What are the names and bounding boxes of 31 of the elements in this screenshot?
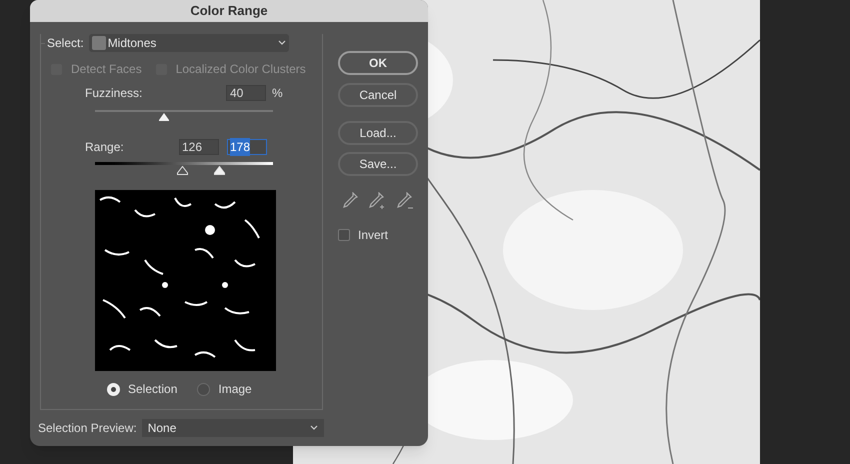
select-dropdown[interactable]: Midtones bbox=[88, 34, 289, 52]
chevron-icon bbox=[278, 40, 286, 46]
range-slider[interactable] bbox=[95, 160, 273, 176]
select-label: Select: bbox=[46, 35, 85, 52]
radio-button[interactable] bbox=[197, 382, 210, 396]
dialog-button[interactable]: OK bbox=[338, 51, 418, 75]
range-field[interactable]: 178 bbox=[227, 139, 267, 155]
radio-label: Selection bbox=[128, 381, 178, 398]
dialog-button[interactable]: Load... bbox=[338, 121, 418, 145]
invert-label: Invert bbox=[358, 227, 388, 244]
range-label: Range: bbox=[85, 139, 125, 156]
selection-preview-label: Selection Preview: bbox=[38, 420, 137, 437]
eyedropper-minus-icon[interactable] bbox=[396, 192, 414, 210]
radio-label: Image bbox=[218, 381, 252, 398]
option-label: Detect Faces bbox=[71, 61, 142, 78]
dialog-button[interactable]: Cancel bbox=[338, 83, 418, 107]
fuzziness-label: Fuzziness: bbox=[85, 85, 144, 102]
swatch-icon bbox=[92, 36, 106, 50]
eyedropper-icon[interactable] bbox=[342, 192, 358, 208]
fuzziness-field[interactable]: 40 bbox=[226, 85, 266, 101]
chevron-icon bbox=[310, 425, 318, 431]
option-label: Localized Color Clusters bbox=[176, 61, 306, 78]
selection-preview-dropdown[interactable]: None bbox=[142, 419, 324, 437]
range-field[interactable]: 126 bbox=[179, 139, 219, 155]
dialog-button[interactable]: Save... bbox=[338, 152, 418, 176]
checkbox[interactable] bbox=[338, 229, 350, 241]
fuzziness-slider[interactable] bbox=[95, 108, 273, 122]
percent-label: % bbox=[272, 85, 283, 102]
window-title: Color Range bbox=[190, 2, 268, 20]
eyedropper-plus-icon[interactable] bbox=[368, 192, 386, 210]
radio-button[interactable] bbox=[107, 382, 120, 396]
